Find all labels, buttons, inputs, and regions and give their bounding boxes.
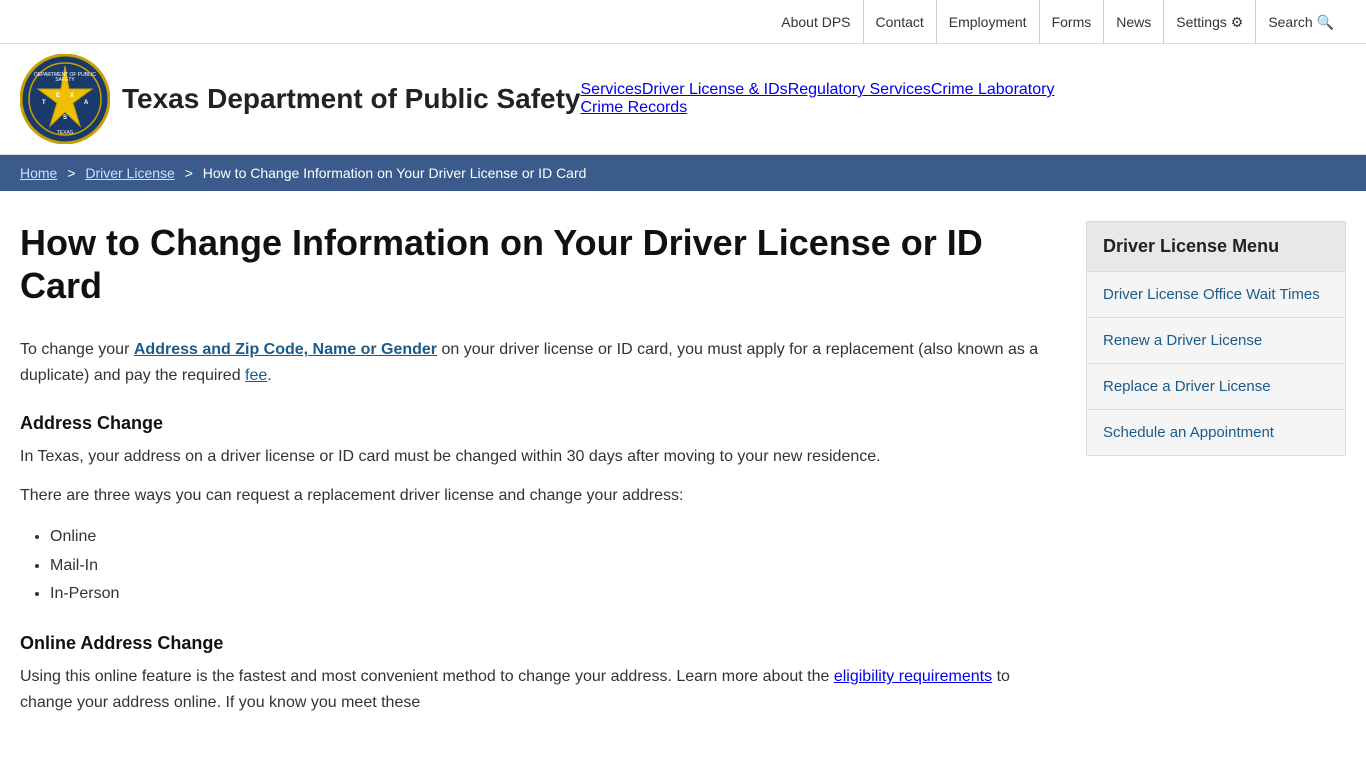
search-link[interactable]: Search <box>1256 0 1346 44</box>
sidebar: Driver License Menu Driver License Offic… <box>1086 221 1346 729</box>
svg-text:A: A <box>84 100 89 106</box>
address-change-para-1: In Texas, your address on a driver licen… <box>20 444 1056 470</box>
sidebar-replace[interactable]: Replace a Driver License <box>1087 364 1345 410</box>
utility-bar: About DPS Contact Employment Forms News … <box>0 0 1366 44</box>
sidebar-wait-times[interactable]: Driver License Office Wait Times <box>1087 272 1345 318</box>
page-title: How to Change Information on Your Driver… <box>20 221 1056 307</box>
online-change-para-1: Using this online feature is the fastest… <box>20 664 1056 715</box>
employment-link[interactable]: Employment <box>937 0 1040 44</box>
section-heading-online-change: Online Address Change <box>20 633 1056 654</box>
address-name-gender-link[interactable]: Address and Zip Code, Name or Gender <box>134 341 437 358</box>
list-item-inperson: In-Person <box>50 580 1056 609</box>
breadcrumb-current: How to Change Information on Your Driver… <box>203 165 587 181</box>
intro-before: To change your <box>20 341 134 358</box>
settings-label: Settings <box>1176 14 1227 30</box>
breadcrumb-driver-license[interactable]: Driver License <box>85 165 174 181</box>
sidebar-renew[interactable]: Renew a Driver License <box>1087 318 1345 364</box>
sidebar-menu-title: Driver License Menu <box>1087 222 1345 272</box>
dps-seal: DEPARTMENT OF PUBLIC SAFETY TEXAS T E X … <box>20 54 110 144</box>
svg-text:E: E <box>56 93 60 99</box>
list-item-online: Online <box>50 523 1056 552</box>
online-para-before: Using this online feature is the fastest… <box>20 668 834 685</box>
nav-row-bottom: Crime Records <box>581 99 1055 117</box>
list-item-mailin: Mail-In <box>50 552 1056 581</box>
nav-driver-license[interactable]: Driver License & IDs <box>642 81 788 99</box>
forms-link[interactable]: Forms <box>1040 0 1105 44</box>
nav-regulatory[interactable]: Regulatory Services <box>788 81 931 99</box>
search-icon <box>1317 14 1334 30</box>
breadcrumb-sep-2: > <box>185 165 197 181</box>
breadcrumb: Home > Driver License > How to Change In… <box>0 155 1366 191</box>
fee-link[interactable]: fee <box>245 367 267 384</box>
sidebar-menu: Driver License Menu Driver License Offic… <box>1086 221 1346 456</box>
eligibility-link[interactable]: eligibility requirements <box>834 668 992 685</box>
nav-services[interactable]: Services <box>581 81 642 99</box>
svg-text:TEXAS: TEXAS <box>57 130 74 136</box>
site-title: Texas Department of Public Safety <box>122 82 581 116</box>
nav-row-top: Services Driver License & IDs Regulatory… <box>581 81 1055 99</box>
contact-link[interactable]: Contact <box>864 0 937 44</box>
svg-text:X: X <box>70 93 74 99</box>
main-navigation: Services Driver License & IDs Regulatory… <box>581 81 1055 117</box>
breadcrumb-sep-1: > <box>67 165 79 181</box>
site-header: DEPARTMENT OF PUBLIC SAFETY TEXAS T E X … <box>0 44 1366 155</box>
content-area: How to Change Information on Your Driver… <box>20 221 1056 729</box>
main-content: How to Change Information on Your Driver… <box>0 191 1366 759</box>
svg-text:S: S <box>63 115 67 121</box>
sidebar-appointment[interactable]: Schedule an Appointment <box>1087 410 1345 455</box>
logo-link[interactable]: DEPARTMENT OF PUBLIC SAFETY TEXAS T E X … <box>20 54 581 144</box>
section-heading-address-change: Address Change <box>20 413 1056 434</box>
breadcrumb-home[interactable]: Home <box>20 165 57 181</box>
svg-text:T: T <box>42 100 46 106</box>
settings-link[interactable]: Settings <box>1164 0 1256 44</box>
intro-end: . <box>267 367 271 384</box>
about-dps-link[interactable]: About DPS <box>769 0 863 44</box>
address-change-para-2: There are three ways you can request a r… <box>20 483 1056 509</box>
nav-crime-records[interactable]: Crime Records <box>581 99 688 117</box>
nav-crime-lab[interactable]: Crime Laboratory <box>931 81 1055 99</box>
news-link[interactable]: News <box>1104 0 1164 44</box>
search-label: Search <box>1268 14 1312 30</box>
gear-icon <box>1231 14 1244 30</box>
replacement-methods-list: Online Mail-In In-Person <box>20 523 1056 609</box>
intro-paragraph: To change your Address and Zip Code, Nam… <box>20 337 1056 388</box>
svg-text:SAFETY: SAFETY <box>55 77 75 83</box>
